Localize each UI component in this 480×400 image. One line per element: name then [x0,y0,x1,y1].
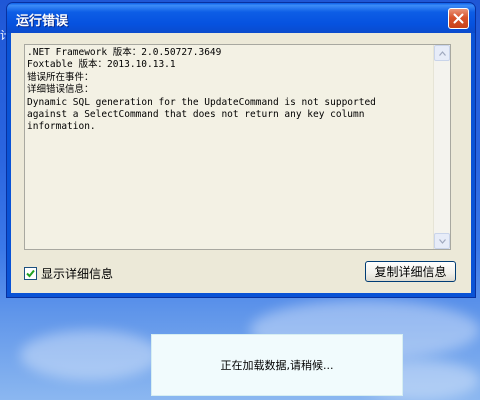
error-detail-line: information. [27,121,96,133]
cloud-decoration [20,330,160,380]
error-detail-line: against a SelectCommand that does not re… [27,109,365,121]
copy-details-button[interactable]: 复制详细信息 [365,261,456,282]
window-title: 运行错误 [16,14,69,29]
error-detail-line: .NET Framework 版本：2.0.50727.3649 [27,47,222,58]
chevron-down-icon [438,238,446,244]
error-detail-line: Foxtable 版本：2013.10.13.1 [27,59,176,71]
scroll-up-button[interactable] [434,45,450,61]
chevron-up-icon [438,50,446,56]
error-dialog: 运行错误 .NET Framework 版本：2.0.50727.3649 Fox… [6,2,476,298]
show-details-option[interactable]: 显示详细信息 [24,265,113,282]
vertical-scrollbar[interactable] [433,45,450,249]
loading-panel: 正在加载数据,请稍候... [151,334,403,396]
close-button[interactable] [448,8,469,29]
scroll-down-button[interactable] [434,233,450,249]
show-details-checkbox[interactable] [24,267,37,280]
title-bar[interactable]: 运行错误 [7,3,475,33]
error-detail-line: 错误所在事件： [27,71,94,83]
loading-message: 正在加载数据,请稍候... [220,359,334,372]
checkmark-icon [26,269,35,278]
dialog-client-area: .NET Framework 版本：2.0.50727.3649 Foxtable… [11,33,471,293]
show-details-label: 显示详细信息 [41,267,114,281]
error-detail-line: Dynamic SQL generation for the UpdateCom… [27,96,376,108]
error-detail-line: 详细错误信息： [27,84,94,96]
error-details-text: .NET Framework 版本：2.0.50727.3649 Foxtable… [27,47,432,247]
close-icon [453,13,464,24]
error-details-textbox[interactable]: .NET Framework 版本：2.0.50727.3649 Foxtable… [24,44,451,250]
